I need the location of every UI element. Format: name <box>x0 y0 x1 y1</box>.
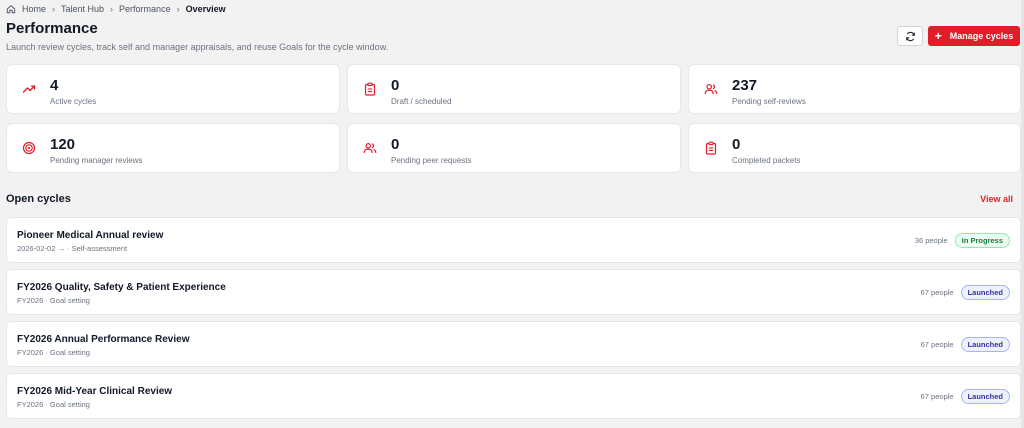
stat-card-pending-peer-requests: 0 Pending peer requests <box>347 123 681 173</box>
cycle-row[interactable]: FY2026 Mid-Year Clinical Review FY2026 ·… <box>6 373 1021 419</box>
users-icon <box>704 84 718 95</box>
manage-cycles-label: Manage cycles <box>949 31 1014 41</box>
stat-label: Pending self-reviews <box>732 97 806 106</box>
manage-cycles-button[interactable]: + Manage cycles <box>928 26 1020 46</box>
stat-card-draft-scheduled: 0 Draft / scheduled <box>347 64 681 114</box>
plus-icon: + <box>934 29 942 43</box>
stat-label: Draft / scheduled <box>391 97 452 106</box>
chevron-right-icon: › <box>110 4 114 14</box>
cycle-people-count: 36 people <box>914 236 948 245</box>
status-badge: Launched <box>960 337 1010 352</box>
cycle-name: FY2026 Quality, Safety & Patient Experie… <box>17 282 226 293</box>
stat-label: Pending peer requests <box>391 156 472 165</box>
stats-grid: 4 Active cycles 0 Draft / scheduled 237 … <box>6 64 1021 173</box>
stat-card-active-cycles: 4 Active cycles <box>6 64 340 114</box>
chevron-right-icon: › <box>52 4 56 14</box>
cycle-list: Pioneer Medical Annual review 2026-02-02… <box>6 217 1021 419</box>
cycle-name: Pioneer Medical Annual review <box>17 230 164 241</box>
refresh-button[interactable] <box>897 26 923 46</box>
breadcrumb-talent-hub[interactable]: Talent Hub <box>61 4 104 14</box>
cycle-meta: FY2026 · Goal setting <box>17 348 90 357</box>
clipboard-icon <box>364 82 376 96</box>
stat-card-pending-self-reviews: 237 Pending self-reviews <box>688 64 1021 114</box>
status-badge: Launched <box>960 389 1010 404</box>
breadcrumb: Home › Talent Hub › Performance › Overvi… <box>6 4 226 14</box>
cycle-row[interactable]: FY2026 Quality, Safety & Patient Experie… <box>6 269 1021 315</box>
stat-value: 0 <box>732 136 741 153</box>
cycle-meta: 2026-02-02 → · Self-assessment <box>17 244 128 253</box>
chevron-right-icon: › <box>176 4 180 14</box>
clipboard-icon <box>705 141 717 155</box>
stat-value: 4 <box>50 77 59 94</box>
cycle-people-count: 67 people <box>920 340 954 349</box>
stat-value: 237 <box>732 77 758 94</box>
status-badge: Launched <box>960 285 1010 300</box>
breadcrumb-home[interactable]: Home <box>22 4 46 14</box>
stat-label: Completed packets <box>732 156 801 165</box>
cycle-meta: FY2026 · Goal setting <box>17 400 90 409</box>
stat-label: Pending manager reviews <box>50 156 143 165</box>
stat-value: 0 <box>391 136 400 153</box>
refresh-icon <box>905 31 915 41</box>
users-icon <box>363 143 377 154</box>
breadcrumb-performance[interactable]: Performance <box>119 4 171 14</box>
trending-up-icon <box>22 85 36 93</box>
open-cycles-title: Open cycles <box>6 193 71 205</box>
stat-value: 0 <box>391 77 400 94</box>
status-badge: In Progress <box>954 233 1010 248</box>
stat-label: Active cycles <box>50 97 97 106</box>
cycle-people-count: 67 people <box>920 288 954 297</box>
view-all-link[interactable]: View all <box>980 194 1013 204</box>
cycle-row[interactable]: Pioneer Medical Annual review 2026-02-02… <box>6 217 1021 263</box>
cycle-name: FY2026 Annual Performance Review <box>17 334 190 345</box>
cycle-meta: FY2026 · Goal setting <box>17 296 90 305</box>
page-subtitle: Launch review cycles, track self and man… <box>6 42 389 52</box>
breadcrumb-current: Overview <box>185 4 226 14</box>
page-title: Performance <box>6 20 98 37</box>
stat-card-completed-packets: 0 Completed packets <box>688 123 1021 173</box>
target-icon <box>22 141 36 155</box>
stat-card-pending-manager-reviews: 120 Pending manager reviews <box>6 123 340 173</box>
cycle-people-count: 67 people <box>920 392 954 401</box>
home-icon <box>6 5 16 14</box>
cycle-name: FY2026 Mid-Year Clinical Review <box>17 386 173 397</box>
cycle-row[interactable]: FY2026 Annual Performance Review FY2026 … <box>6 321 1021 367</box>
stat-value: 120 <box>50 136 76 153</box>
